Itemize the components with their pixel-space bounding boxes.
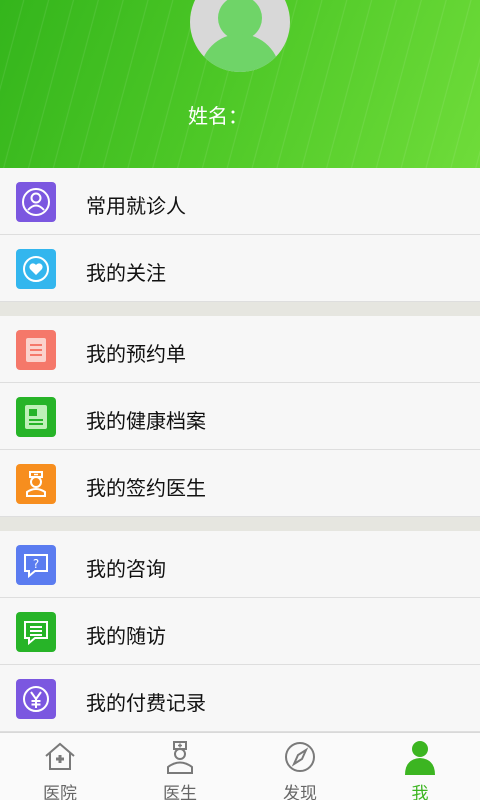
svg-text:?: ?	[33, 557, 39, 571]
heart-icon	[16, 249, 56, 289]
menu-item-health-records[interactable]: 我的健康档案	[0, 383, 480, 450]
section-divider	[0, 517, 480, 531]
menu-item-label: 我的健康档案	[86, 409, 206, 433]
menu-item-contracted-doctor[interactable]: 我的签约医生	[0, 450, 480, 517]
tab-label: 发现	[283, 784, 317, 800]
bottom-tab-bar: 医院 医生 发现 我	[0, 732, 480, 800]
person-icon	[16, 182, 56, 222]
tab-label: 我	[411, 784, 429, 800]
yen-icon	[16, 679, 56, 719]
tab-doctor[interactable]: 医生	[120, 733, 240, 800]
menu-item-label: 我的付费记录	[86, 691, 206, 715]
menu-item-label: 我的预约单	[86, 342, 186, 366]
avatar-body	[200, 34, 280, 72]
menu-item-payment-records[interactable]: 我的付费记录	[0, 665, 480, 732]
menu-item-label: 我的咨询	[86, 557, 166, 581]
menu-item-label: 我的随访	[86, 624, 166, 648]
profile-header: 姓名：	[0, 0, 480, 168]
tab-label: 医生	[163, 784, 197, 800]
section-divider	[0, 302, 480, 316]
menu-item-appointments[interactable]: 我的预约单	[0, 316, 480, 383]
menu-item-frequent-patients[interactable]: 常用就诊人	[0, 168, 480, 235]
health-record-icon	[16, 397, 56, 437]
avatar[interactable]	[190, 0, 290, 72]
menu-item-my-follows[interactable]: 我的关注	[0, 235, 480, 302]
name-label: 姓名：	[188, 104, 248, 128]
menu-item-label: 我的关注	[86, 261, 166, 285]
doctor-icon	[16, 464, 56, 504]
tab-hospital[interactable]: 医院	[0, 733, 120, 800]
tab-discover[interactable]: 发现	[240, 733, 360, 800]
person-icon	[405, 741, 435, 775]
list-chat-icon	[16, 612, 56, 652]
document-icon	[16, 330, 56, 370]
question-chat-icon: ?	[16, 545, 56, 585]
menu-item-label: 我的签约医生	[86, 476, 206, 500]
menu-list: 常用就诊人 我的关注 我的预约单 我的健康档案 我的签约医生 ? 我的咨询 我的…	[0, 168, 480, 732]
doctor-icon	[167, 741, 193, 774]
menu-item-consultations[interactable]: ? 我的咨询	[0, 531, 480, 598]
menu-item-label: 常用就诊人	[86, 194, 186, 218]
tab-me[interactable]: 我	[360, 733, 480, 800]
hospital-icon	[45, 742, 75, 770]
compass-icon	[285, 742, 315, 772]
tab-label: 医院	[43, 784, 77, 800]
menu-item-follow-ups[interactable]: 我的随访	[0, 598, 480, 665]
